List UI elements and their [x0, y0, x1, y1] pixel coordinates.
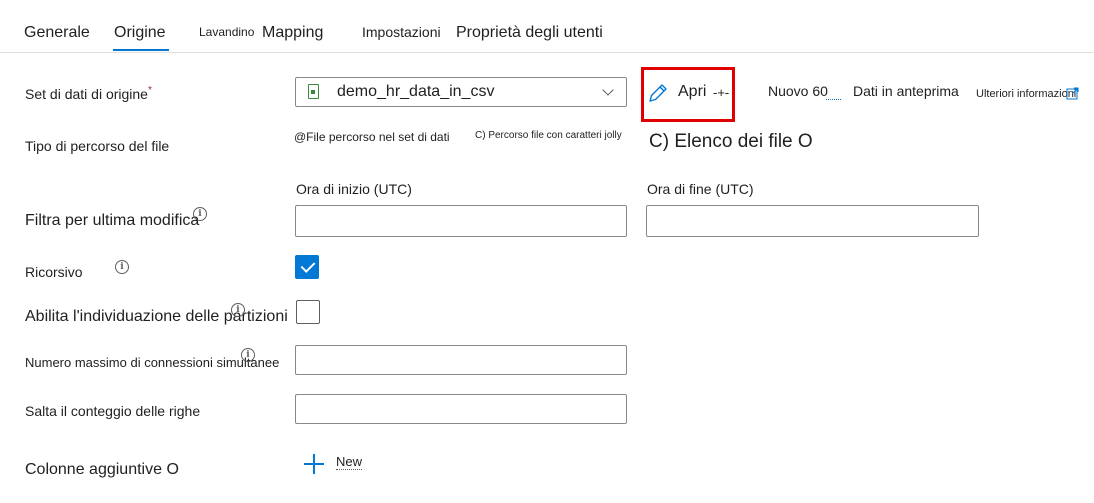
required-mark: *	[147, 85, 152, 96]
new-column-button[interactable]: New	[336, 454, 363, 470]
file-path-in-dataset-option[interactable]: @File percorso nel set di dati	[294, 130, 450, 144]
start-time-input[interactable]	[295, 205, 627, 237]
end-time-input[interactable]	[646, 205, 979, 237]
tab-source[interactable]: Origine	[114, 24, 166, 42]
partition-discovery-checkbox[interactable]	[296, 300, 320, 324]
additional-columns-label: Colonne aggiuntive O	[25, 461, 179, 478]
recursive-checkbox[interactable]	[295, 255, 319, 279]
skip-line-count-label: Salta il conteggio delle righe	[25, 403, 201, 419]
pencil-icon	[649, 84, 667, 102]
filter-last-modified-label: Filtra per ultima modifica	[25, 212, 200, 229]
tab-mapping[interactable]: Mapping	[262, 24, 323, 42]
source-dataset-value: demo_hr_data_in_csv	[337, 83, 495, 100]
csv-dataset-icon	[308, 84, 319, 99]
tab-sink[interactable]: Lavandino	[199, 25, 254, 39]
more-info-link[interactable]: Ulteriori informazioni	[976, 88, 1076, 100]
tab-general[interactable]: Generale	[24, 24, 90, 42]
file-path-type-label: Tipo di percorso del file	[25, 138, 170, 154]
external-link-icon[interactable]	[1066, 87, 1079, 100]
info-icon[interactable]: i	[241, 348, 255, 362]
source-dataset-label: Set di dati di origine*	[25, 85, 152, 102]
tab-user-properties[interactable]: Proprietà degli utenti	[456, 24, 603, 42]
source-dataset-dropdown[interactable]: demo_hr_data_in_csv	[295, 77, 627, 107]
start-time-label: Ora di inizio (UTC)	[296, 181, 412, 197]
new-dataset-button[interactable]: Nuovo 60	[768, 83, 828, 99]
recursive-label: Ricorsivo	[25, 264, 83, 280]
chevron-down-icon	[602, 84, 614, 96]
max-connections-input[interactable]	[295, 345, 627, 375]
info-icon[interactable]: i	[193, 207, 207, 221]
info-icon[interactable]: i	[231, 303, 245, 317]
add-icon[interactable]	[304, 454, 324, 474]
active-tab-indicator	[113, 49, 169, 51]
tab-settings[interactable]: Impostazioni	[362, 24, 441, 40]
new-dataset-underline	[826, 97, 841, 100]
open-button-label: Apri	[678, 83, 707, 100]
partition-discovery-label: Abilita l'individuazione delle partizion…	[25, 308, 288, 325]
end-time-label: Ora di fine (UTC)	[647, 181, 754, 197]
list-of-files-option[interactable]: C) Elenco dei file O	[649, 131, 813, 153]
info-icon[interactable]: i	[115, 260, 129, 274]
open-button-suffix: -+-	[713, 85, 730, 100]
preview-data-button[interactable]: Dati in anteprima	[853, 83, 959, 99]
skip-line-count-input[interactable]	[295, 394, 627, 424]
wildcard-file-path-option[interactable]: C) Percorso file con caratteri jolly	[475, 130, 622, 141]
tabs-divider	[0, 52, 1094, 53]
